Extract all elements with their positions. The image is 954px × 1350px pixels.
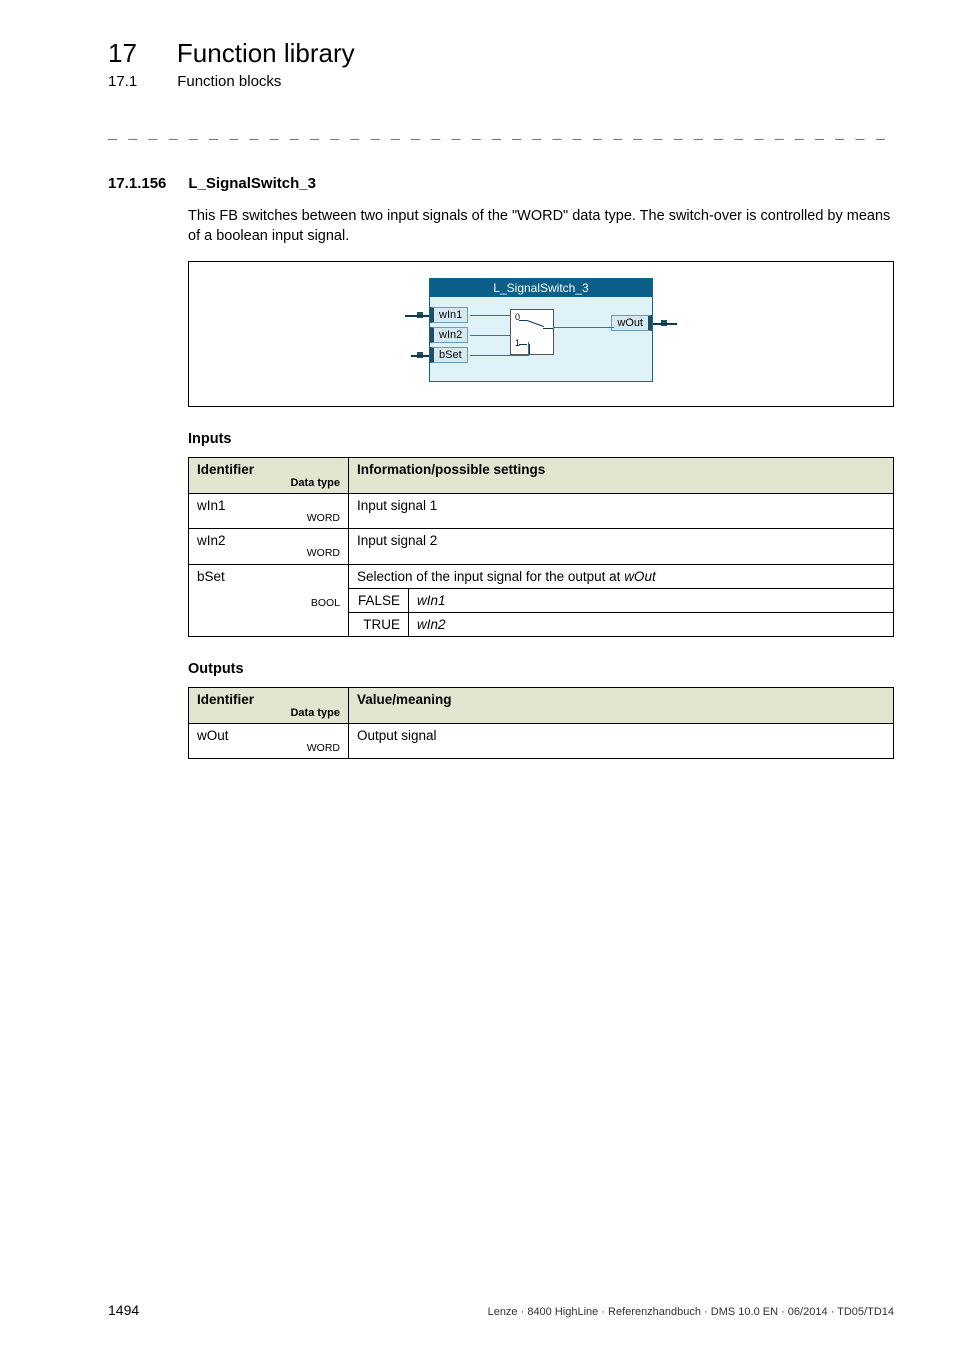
section-title: Function blocks: [177, 73, 281, 90]
info-bset-text: Selection of the input signal for the ou…: [357, 569, 624, 584]
info-win1: Input signal 1: [349, 493, 894, 529]
dt-win1: WORD: [197, 513, 340, 525]
port-win2: wIn2: [430, 327, 468, 343]
bset-true-key: TRUE: [349, 612, 409, 636]
bset-false-val: wIn1: [409, 588, 894, 612]
dt-bset: BOOL: [197, 598, 340, 610]
port-win1: wIn1: [430, 307, 468, 323]
th-info: Information/possible settings: [349, 457, 894, 493]
table-row: wIn1 WORD Input signal 1: [189, 493, 894, 529]
id-win1: wIn1: [197, 498, 226, 513]
port-wout: wOut: [611, 315, 652, 331]
inputs-table: Identifier Data type Information/possibl…: [188, 457, 894, 637]
outputs-table: Identifier Data type Value/meaning wOut …: [188, 687, 894, 760]
fb-section-title: L_SignalSwitch_3: [188, 175, 316, 192]
switch-icon: 0 1: [510, 309, 554, 355]
id-win2: wIn2: [197, 533, 226, 548]
th-datatype: Data type: [197, 477, 340, 489]
th-value: Value/meaning: [349, 687, 894, 723]
dt-win2: WORD: [197, 548, 340, 560]
fb-description: This FB switches between two input signa…: [188, 206, 894, 247]
info-bset-it: wOut: [624, 569, 656, 584]
table-row: wOut WORD Output signal: [189, 723, 894, 759]
fb-diagram: L_SignalSwitch_3 wIn1 wIn2 bSet wOut 0 1: [188, 261, 894, 407]
table-row: bSet BOOL Selection of the input signal …: [189, 564, 894, 588]
fb-header: L_SignalSwitch_3: [430, 279, 652, 297]
id-wout: wOut: [197, 728, 229, 743]
dt-wout: WORD: [197, 743, 340, 755]
id-bset: bSet: [197, 569, 225, 584]
bset-false-key: FALSE: [349, 588, 409, 612]
switch-label-1: 1: [515, 338, 520, 348]
outputs-heading: Outputs: [188, 661, 894, 677]
chapter-number: 17: [108, 38, 137, 69]
fb-block: L_SignalSwitch_3 wIn1 wIn2 bSet wOut 0 1: [429, 278, 653, 382]
th-identifier-out: Identifier: [197, 692, 254, 707]
divider-rule: _ _ _ _ _ _ _ _ _ _ _ _ _ _ _ _ _ _ _ _ …: [108, 126, 894, 143]
page-number: 1494: [108, 1302, 139, 1318]
inputs-heading: Inputs: [188, 431, 894, 447]
fb-section-number: 17.1.156: [108, 175, 166, 192]
th-datatype-out: Data type: [197, 707, 340, 719]
footer-right: Lenze · 8400 HighLine · Referenzhandbuch…: [488, 1306, 894, 1318]
info-wout: Output signal: [349, 723, 894, 759]
bset-true-val: wIn2: [409, 612, 894, 636]
section-number: 17.1: [108, 73, 137, 90]
port-bset: bSet: [430, 347, 468, 363]
chapter-title: Function library: [177, 38, 355, 69]
th-identifier: Identifier: [197, 462, 254, 477]
table-row: wIn2 WORD Input signal 2: [189, 529, 894, 565]
info-win2: Input signal 2: [349, 529, 894, 565]
